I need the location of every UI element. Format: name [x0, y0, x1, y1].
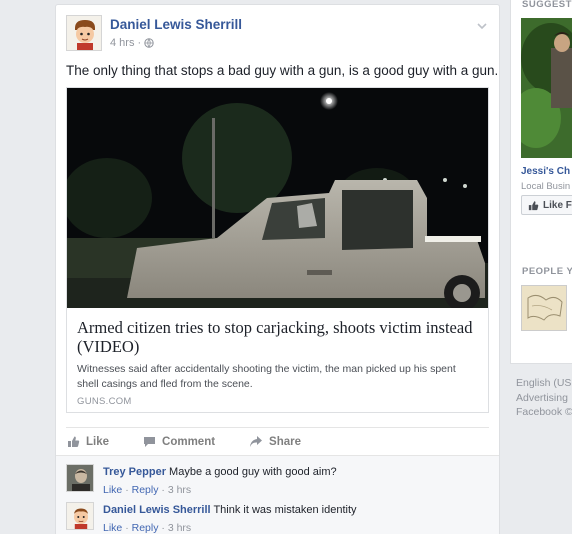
news-feed-post: Daniel Lewis Sherrill 4 hrs · The only t…: [55, 4, 500, 534]
comment-icon: [144, 437, 156, 447]
suggested-page-category: Local Busin: [521, 181, 571, 192]
advertising-link[interactable]: Advertising: [516, 391, 572, 406]
link-domain: GUNS.COM: [77, 396, 132, 407]
language-link[interactable]: English (US: [516, 376, 572, 391]
person-suggestion-image[interactable]: [521, 285, 567, 331]
comment-text: Maybe a good guy with good aim?: [169, 466, 337, 478]
suggested-page-image[interactable]: [521, 18, 572, 158]
post-meta: 4 hrs ·: [110, 37, 154, 49]
commenter-name[interactable]: Daniel Lewis Sherrill: [103, 504, 211, 516]
suggested-page-name[interactable]: Jessi's Ch: [521, 166, 570, 177]
link-preview-card[interactable]: Armed citizen tries to stop carjacking, …: [66, 87, 489, 413]
share-button[interactable]: Share: [249, 435, 301, 448]
post-author-name[interactable]: Daniel Lewis Sherrill: [110, 17, 242, 32]
like-button[interactable]: Like: [67, 435, 109, 448]
like-page-label: Like F: [543, 199, 572, 211]
link-title[interactable]: Armed citizen tries to stop carjacking, …: [77, 318, 477, 356]
thumbs-up-icon: [528, 200, 539, 210]
thumbs-up-icon: [68, 436, 80, 447]
comment-like-link[interactable]: Like: [103, 522, 122, 534]
commenter-avatar[interactable]: [66, 502, 94, 530]
post-header: Daniel Lewis Sherrill 4 hrs ·: [66, 15, 489, 55]
share-label: Share: [269, 435, 302, 448]
copyright-text: Facebook ©: [516, 406, 572, 418]
comment-timestamp[interactable]: 3 hrs: [168, 484, 191, 496]
commenter-avatar[interactable]: [66, 464, 94, 492]
post-actions: Like Comment Share: [66, 427, 489, 455]
comment-item: Trey Pepper Maybe a good guy with good a…: [66, 464, 486, 502]
chevron-down-icon[interactable]: [475, 19, 489, 33]
share-icon: [250, 436, 263, 447]
right-footer: English (US Advertising Facebook ©: [516, 376, 572, 420]
comment-like-link[interactable]: Like: [103, 484, 122, 496]
globe-icon: [144, 38, 154, 48]
commenter-name[interactable]: Trey Pepper: [103, 466, 166, 478]
comment-button[interactable]: Comment: [143, 435, 215, 448]
link-description: Witnesses said after accidentally shooti…: [77, 363, 456, 390]
link-preview-image[interactable]: [67, 88, 488, 308]
comments-section: Trey Pepper Maybe a good guy with good a…: [56, 455, 499, 534]
people-you-may-know-heading: PEOPLE Y: [522, 266, 572, 277]
comment-item: Daniel Lewis Sherrill Think it was mista…: [66, 502, 486, 534]
comment-text: Think it was mistaken identity: [213, 504, 357, 516]
suggested-pages-heading: SUGGESTI: [522, 0, 572, 10]
right-sidebar-card: SUGGESTI Jessi's Ch Local Busin Like F P…: [510, 0, 572, 364]
comment-reply-link[interactable]: Reply: [132, 484, 159, 496]
post-text: The only thing that stops a bad guy with…: [66, 63, 499, 78]
comment-label: Comment: [162, 435, 216, 448]
comment-timestamp[interactable]: 3 hrs: [168, 522, 191, 534]
like-page-button[interactable]: Like F: [521, 195, 572, 215]
like-label: Like: [86, 435, 110, 448]
post-timestamp[interactable]: 4 hrs: [110, 37, 134, 49]
comment-reply-link[interactable]: Reply: [132, 522, 159, 534]
author-avatar[interactable]: [66, 15, 102, 51]
